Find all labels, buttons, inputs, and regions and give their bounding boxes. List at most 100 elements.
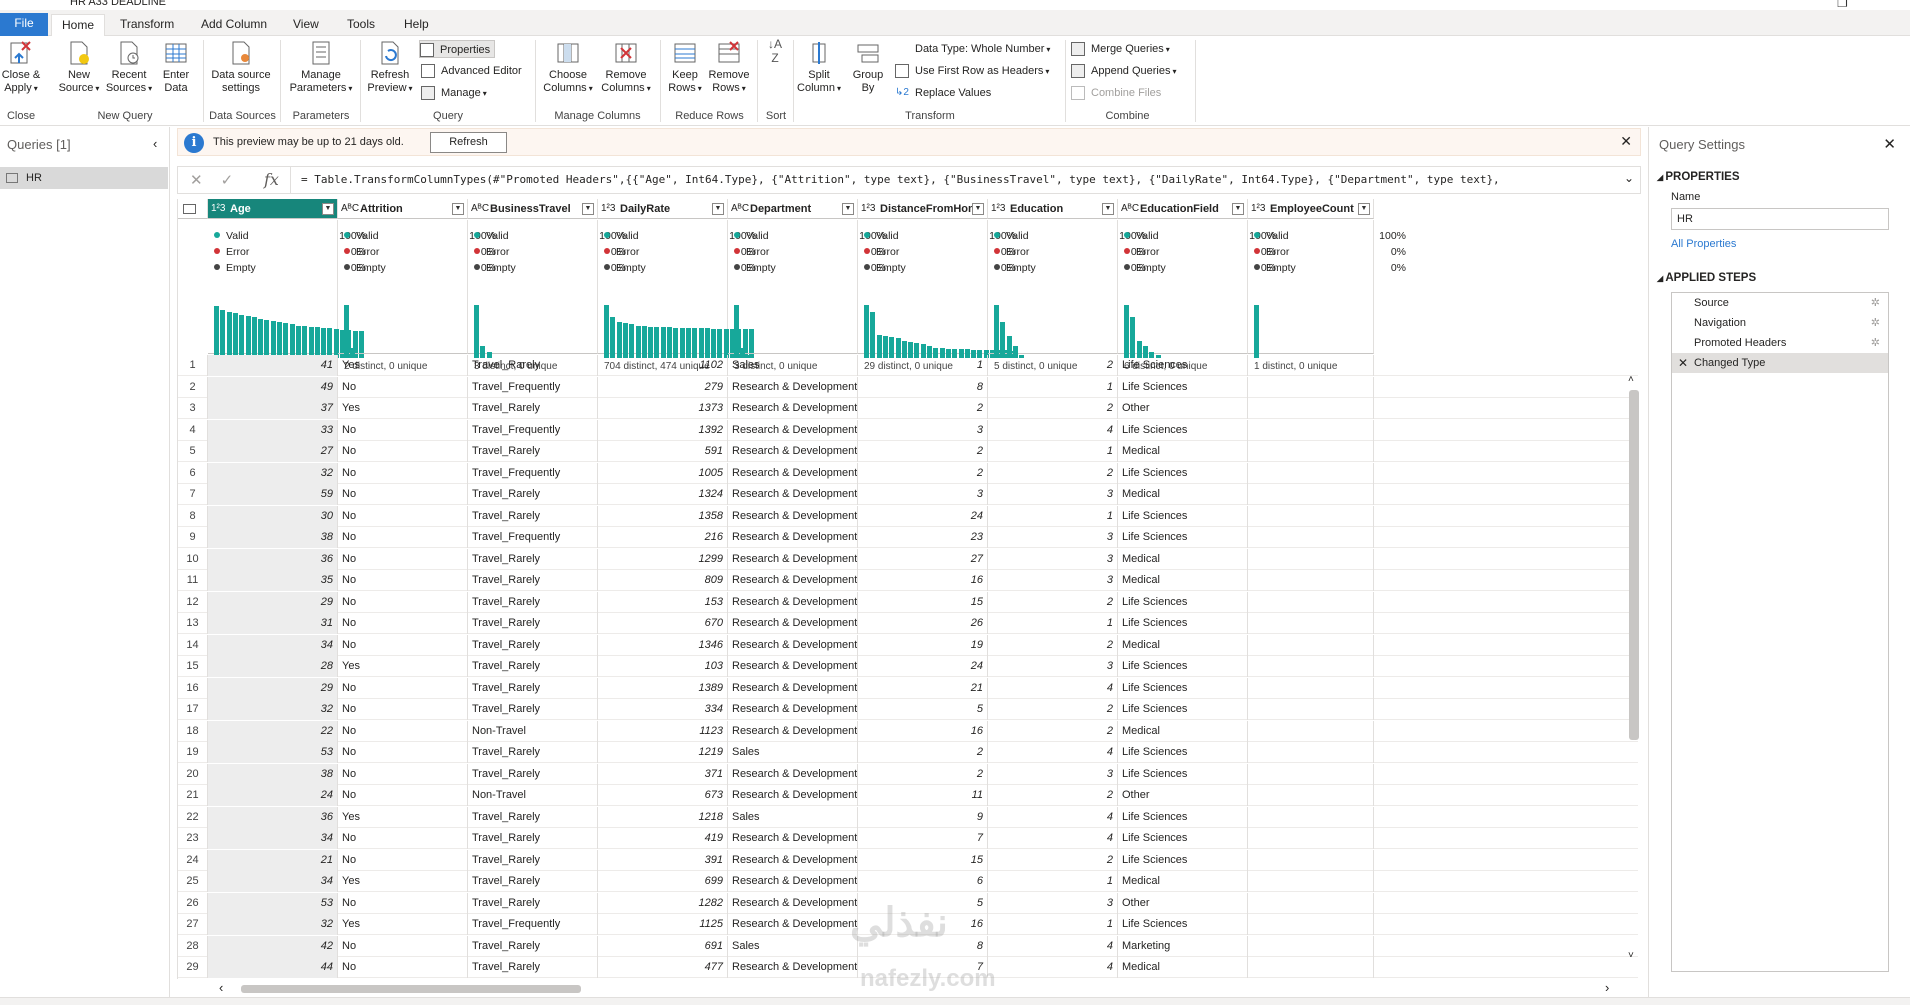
- table-cell[interactable]: Research & Development: [728, 570, 858, 591]
- table-cell[interactable]: 34: [208, 634, 338, 656]
- table-cell[interactable]: [1248, 656, 1374, 677]
- table-cell[interactable]: Other: [1118, 398, 1248, 419]
- table-row[interactable]: 4 33 No Travel_Frequently 1392 Research & Dev…: [178, 419, 1638, 441]
- table-cell[interactable]: 4: [988, 957, 1118, 978]
- table-cell[interactable]: 7: [858, 828, 988, 849]
- query-item-hr[interactable]: HR: [0, 167, 168, 189]
- table-cell[interactable]: Travel_Rarely: [468, 570, 598, 591]
- table-cell[interactable]: 29: [208, 591, 338, 613]
- column-header[interactable]: 1²3 Age ▼: [208, 199, 338, 219]
- table-cell[interactable]: No: [338, 763, 468, 785]
- table-cell[interactable]: No: [338, 441, 468, 462]
- table-cell[interactable]: Sales: [728, 978, 858, 979]
- table-cell[interactable]: 4: [988, 742, 1118, 763]
- table-cell[interactable]: Travel_Rarely: [468, 892, 598, 914]
- table-cell[interactable]: [1248, 828, 1374, 849]
- type-icon[interactable]: 1²3: [211, 199, 225, 218]
- table-cell[interactable]: Travel_Rarely: [468, 484, 598, 505]
- table-cell[interactable]: No: [338, 613, 468, 634]
- table-cell[interactable]: 705: [598, 978, 728, 979]
- table-cell[interactable]: [1248, 613, 1374, 634]
- table-cell[interactable]: 32: [208, 462, 338, 484]
- table-cell[interactable]: Life Sciences: [1118, 527, 1248, 548]
- table-cell[interactable]: No: [338, 591, 468, 613]
- table-cell[interactable]: 36: [208, 548, 338, 570]
- table-cell[interactable]: No: [338, 505, 468, 527]
- table-cell[interactable]: 3: [988, 656, 1118, 677]
- table-cell[interactable]: Travel_Frequently: [468, 914, 598, 935]
- table-cell[interactable]: Life Sciences: [1118, 376, 1248, 398]
- table-cell[interactable]: 103: [598, 656, 728, 677]
- table-row[interactable]: 15 28 Yes Travel_Rarely 103 Research & Develo…: [178, 656, 1638, 677]
- remove-columns-button[interactable]: Remove Columns ▾: [598, 40, 654, 95]
- scroll-thumb[interactable]: [1629, 390, 1639, 740]
- table-cell[interactable]: 3: [988, 548, 1118, 570]
- table-cell[interactable]: Life Sciences: [1118, 656, 1248, 677]
- table-cell[interactable]: 4: [988, 978, 1118, 979]
- type-icon[interactable]: AᴮC: [731, 199, 749, 218]
- table-cell[interactable]: 5: [858, 699, 988, 720]
- table-cell[interactable]: [1248, 742, 1374, 763]
- table-cell[interactable]: 2: [988, 634, 1118, 656]
- table-cell[interactable]: Medical: [1118, 484, 1248, 505]
- table-row[interactable]: 24 21 No Travel_Rarely 391 Research & Develop…: [178, 849, 1638, 871]
- table-cell[interactable]: 216: [598, 527, 728, 548]
- table-cell[interactable]: Other: [1118, 785, 1248, 806]
- table-cell[interactable]: 1219: [598, 742, 728, 763]
- table-cell[interactable]: Other: [1118, 892, 1248, 914]
- table-cell[interactable]: Travel_Frequently: [468, 376, 598, 398]
- table-cell[interactable]: 32: [208, 699, 338, 720]
- table-row[interactable]: 2 49 No Travel_Frequently 279 Research & Deve…: [178, 376, 1638, 398]
- table-cell[interactable]: Travel_Rarely: [468, 398, 598, 419]
- table-cell[interactable]: 8: [858, 376, 988, 398]
- table-row[interactable]: 1 41 Yes Travel_Rarely 1102 Sales 1 2 Life Scien…: [178, 355, 1638, 376]
- table-row[interactable]: 9 38 No Travel_Frequently 216 Research & Deve…: [178, 527, 1638, 548]
- combine-files-button[interactable]: Combine Files: [1071, 84, 1161, 102]
- table-row[interactable]: 10 36 No Travel_Rarely 1299 Research & Develo…: [178, 548, 1638, 570]
- table-cell[interactable]: 32: [208, 914, 338, 935]
- table-cell[interactable]: 6: [858, 871, 988, 892]
- table-cell[interactable]: Travel_Rarely: [468, 871, 598, 892]
- recent-sources-button[interactable]: Recent Sources ▾: [104, 40, 154, 95]
- table-cell[interactable]: [1248, 892, 1374, 914]
- table-cell[interactable]: Research & Development: [728, 398, 858, 419]
- close-icon[interactable]: ✕: [1883, 135, 1896, 153]
- table-cell[interactable]: Research & Development: [728, 849, 858, 871]
- table-cell[interactable]: 49: [208, 376, 338, 398]
- table-cell[interactable]: 391: [598, 849, 728, 871]
- step-source[interactable]: Source ✲: [1672, 293, 1888, 313]
- table-cell[interactable]: Medical: [1118, 570, 1248, 591]
- filter-dropdown-icon[interactable]: ▼: [972, 203, 984, 215]
- table-cell[interactable]: 419: [598, 828, 728, 849]
- filter-dropdown-icon[interactable]: ▼: [582, 203, 594, 215]
- column-header[interactable]: AᴮC Attrition ▼: [338, 199, 468, 219]
- type-icon[interactable]: AᴮC: [1121, 199, 1139, 218]
- table-cell[interactable]: 3: [858, 484, 988, 505]
- table-cell[interactable]: 670: [598, 613, 728, 634]
- table-cell[interactable]: 4: [988, 935, 1118, 957]
- filter-dropdown-icon[interactable]: ▼: [1358, 203, 1370, 215]
- step-promoted-headers[interactable]: Promoted Headers ✲: [1672, 333, 1888, 353]
- expand-formula-icon[interactable]: ⌄: [1624, 171, 1634, 185]
- sort-ascending-button[interactable]: ↓A Z: [764, 38, 786, 66]
- table-cell[interactable]: [1248, 634, 1374, 656]
- table-cell[interactable]: 809: [598, 570, 728, 591]
- table-cell[interactable]: 1123: [598, 720, 728, 742]
- table-cell[interactable]: No: [338, 462, 468, 484]
- table-cell[interactable]: Marketing: [1118, 935, 1248, 957]
- type-icon[interactable]: AᴮC: [341, 199, 359, 218]
- table-cell[interactable]: 2: [988, 720, 1118, 742]
- table-cell[interactable]: Life Sciences: [1118, 806, 1248, 828]
- table-cell[interactable]: 37: [208, 398, 338, 419]
- table-cell[interactable]: Medical: [1118, 957, 1248, 978]
- use-first-row-headers-button[interactable]: Use First Row as Headers ▾: [895, 62, 1049, 80]
- table-cell[interactable]: Research & Development: [728, 785, 858, 806]
- table-cell[interactable]: 46: [208, 978, 338, 979]
- table-cell[interactable]: Yes: [338, 656, 468, 677]
- table-cell[interactable]: Yes: [338, 355, 468, 376]
- remove-rows-button[interactable]: Remove Rows ▾: [706, 40, 752, 95]
- table-cell[interactable]: Life Sciences: [1118, 419, 1248, 441]
- table-cell[interactable]: Travel_Rarely: [468, 441, 598, 462]
- table-cell[interactable]: Medical: [1118, 441, 1248, 462]
- table-cell[interactable]: Research & Development: [728, 763, 858, 785]
